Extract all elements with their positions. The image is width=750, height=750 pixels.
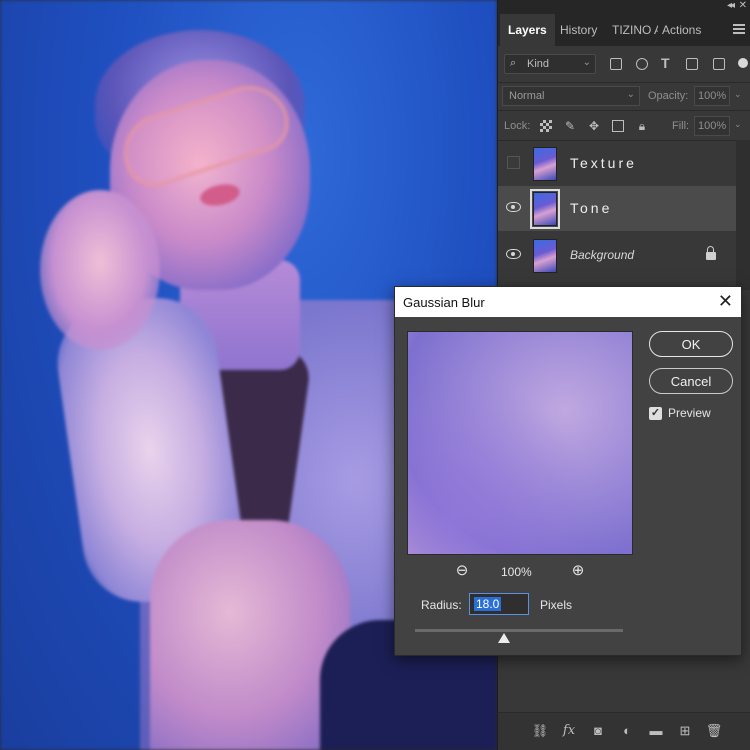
link-layers-icon[interactable]: ⛓ (531, 722, 549, 740)
adjustment-layer-filter-icon[interactable] (636, 58, 648, 70)
eye-icon[interactable] (506, 249, 521, 259)
panel-tabbar: Layers History TIZINO A Actions (498, 14, 750, 46)
zoom-level: 100% (501, 565, 532, 579)
fx-icon[interactable]: fx (560, 722, 578, 740)
close-icon[interactable]: ✕ (718, 291, 733, 311)
search-icon: ⌕ (510, 57, 517, 69)
lock-position-icon[interactable]: ✥ (588, 120, 600, 132)
new-layer-icon[interactable]: ⊞ (676, 722, 694, 740)
opacity-label: Opacity: (648, 90, 689, 102)
blend-mode-select[interactable]: Normal ⌄ (502, 86, 640, 106)
hamburger-menu-icon[interactable] (733, 24, 745, 34)
chevron-down-icon: ⌄ (582, 57, 591, 68)
trash-icon[interactable]: 🗑︎ (705, 722, 723, 740)
tab-layers[interactable]: Layers (500, 14, 555, 46)
lock-icon[interactable] (706, 246, 716, 260)
dialog-title: Gaussian Blur (403, 295, 485, 310)
layer-row-tone[interactable]: Tone (498, 186, 736, 231)
lock-all-icon[interactable]: 🔒︎ (636, 120, 648, 132)
visibility-toggle[interactable] (507, 156, 520, 169)
layer-filter-row: ⌕ Kind ⌄ T (498, 46, 750, 82)
layer-thumbnail (533, 147, 557, 181)
panel-topbar: ◂◂ ✕ (498, 0, 750, 14)
zoom-in-icon[interactable]: ⊕ (569, 563, 587, 581)
add-mask-icon[interactable]: ◙ (589, 722, 607, 740)
fill-field[interactable]: 100% (694, 116, 730, 136)
shape-layer-filter-icon[interactable] (686, 58, 698, 70)
cancel-button[interactable]: Cancel (649, 368, 733, 394)
fill-label: Fill: (672, 120, 690, 132)
lock-label: Lock: (504, 120, 531, 132)
blur-preview[interactable] (407, 331, 633, 555)
lock-transparent-pixels-icon[interactable] (540, 120, 552, 132)
preview-label: Preview (668, 406, 711, 420)
layers-scrollbar[interactable] (736, 140, 750, 290)
gaussian-blur-dialog: Gaussian Blur ✕ ⊖ 100% ⊕ Radius: 18.0 Pi… (394, 286, 742, 656)
smart-object-filter-icon[interactable] (713, 58, 725, 70)
layer-name: Background (570, 248, 635, 262)
radius-value: 18.0 (474, 597, 502, 611)
lock-artboard-icon[interactable] (612, 120, 624, 132)
layer-thumbnail (533, 239, 557, 273)
pixel-layer-filter-icon[interactable] (610, 58, 622, 70)
photo-hand (40, 190, 160, 350)
filter-toggle-icon[interactable] (738, 58, 748, 68)
lock-row: Lock: ✎ ✥ 🔒︎ Fill: 100% ⌄ (498, 110, 750, 140)
kind-filter-select[interactable]: ⌕ Kind ⌄ (504, 54, 596, 74)
tab-history[interactable]: History (552, 14, 605, 46)
tab-actions[interactable]: Actions (654, 14, 709, 46)
radius-input[interactable]: 18.0 (469, 593, 529, 615)
chevron-down-icon[interactable]: ⌄ (734, 119, 742, 130)
tab-tizino[interactable]: TIZINO A (604, 14, 658, 46)
radius-slider[interactable] (415, 629, 623, 643)
chevron-down-icon[interactable]: ⌄ (734, 89, 742, 100)
layer-name: Tone (570, 200, 613, 216)
chevron-down-icon: ⌄ (626, 89, 635, 100)
radius-slider-thumb[interactable] (498, 633, 511, 643)
blend-row: Normal ⌄ Opacity: 100% ⌄ (498, 82, 750, 110)
type-layer-filter-icon[interactable]: T (661, 55, 673, 71)
layers-bottom-bar: ⛓ fx ◙ ◐ ▬ ⊞ 🗑︎ (498, 712, 750, 750)
radius-label: Radius: (421, 598, 462, 612)
lock-image-pixels-icon[interactable]: ✎ (564, 120, 576, 132)
opacity-field[interactable]: 100% (694, 86, 730, 106)
radius-unit: Pixels (540, 598, 573, 612)
close-icon[interactable]: ✕ (739, 0, 747, 11)
zoom-out-icon[interactable]: ⊖ (453, 563, 471, 581)
folder-icon[interactable]: ▬ (647, 722, 665, 740)
preview-checkbox[interactable]: ✓ (649, 407, 662, 420)
dialog-titlebar[interactable]: Gaussian Blur ✕ (395, 287, 741, 317)
eye-icon[interactable] (506, 202, 521, 212)
layer-row-texture[interactable]: Texture (498, 141, 736, 186)
layer-thumbnail (530, 189, 560, 229)
layers-list: Texture Tone Background (498, 140, 736, 290)
ok-button[interactable]: OK (649, 331, 733, 357)
layer-row-background[interactable]: Background (498, 233, 736, 278)
adjustment-layer-icon[interactable]: ◐ (618, 722, 636, 740)
kind-filter-label: Kind (527, 58, 550, 70)
double-chevron-right-icon[interactable]: ◂◂ (727, 0, 735, 11)
blend-mode-value: Normal (509, 90, 545, 102)
layer-name: Texture (570, 155, 637, 171)
